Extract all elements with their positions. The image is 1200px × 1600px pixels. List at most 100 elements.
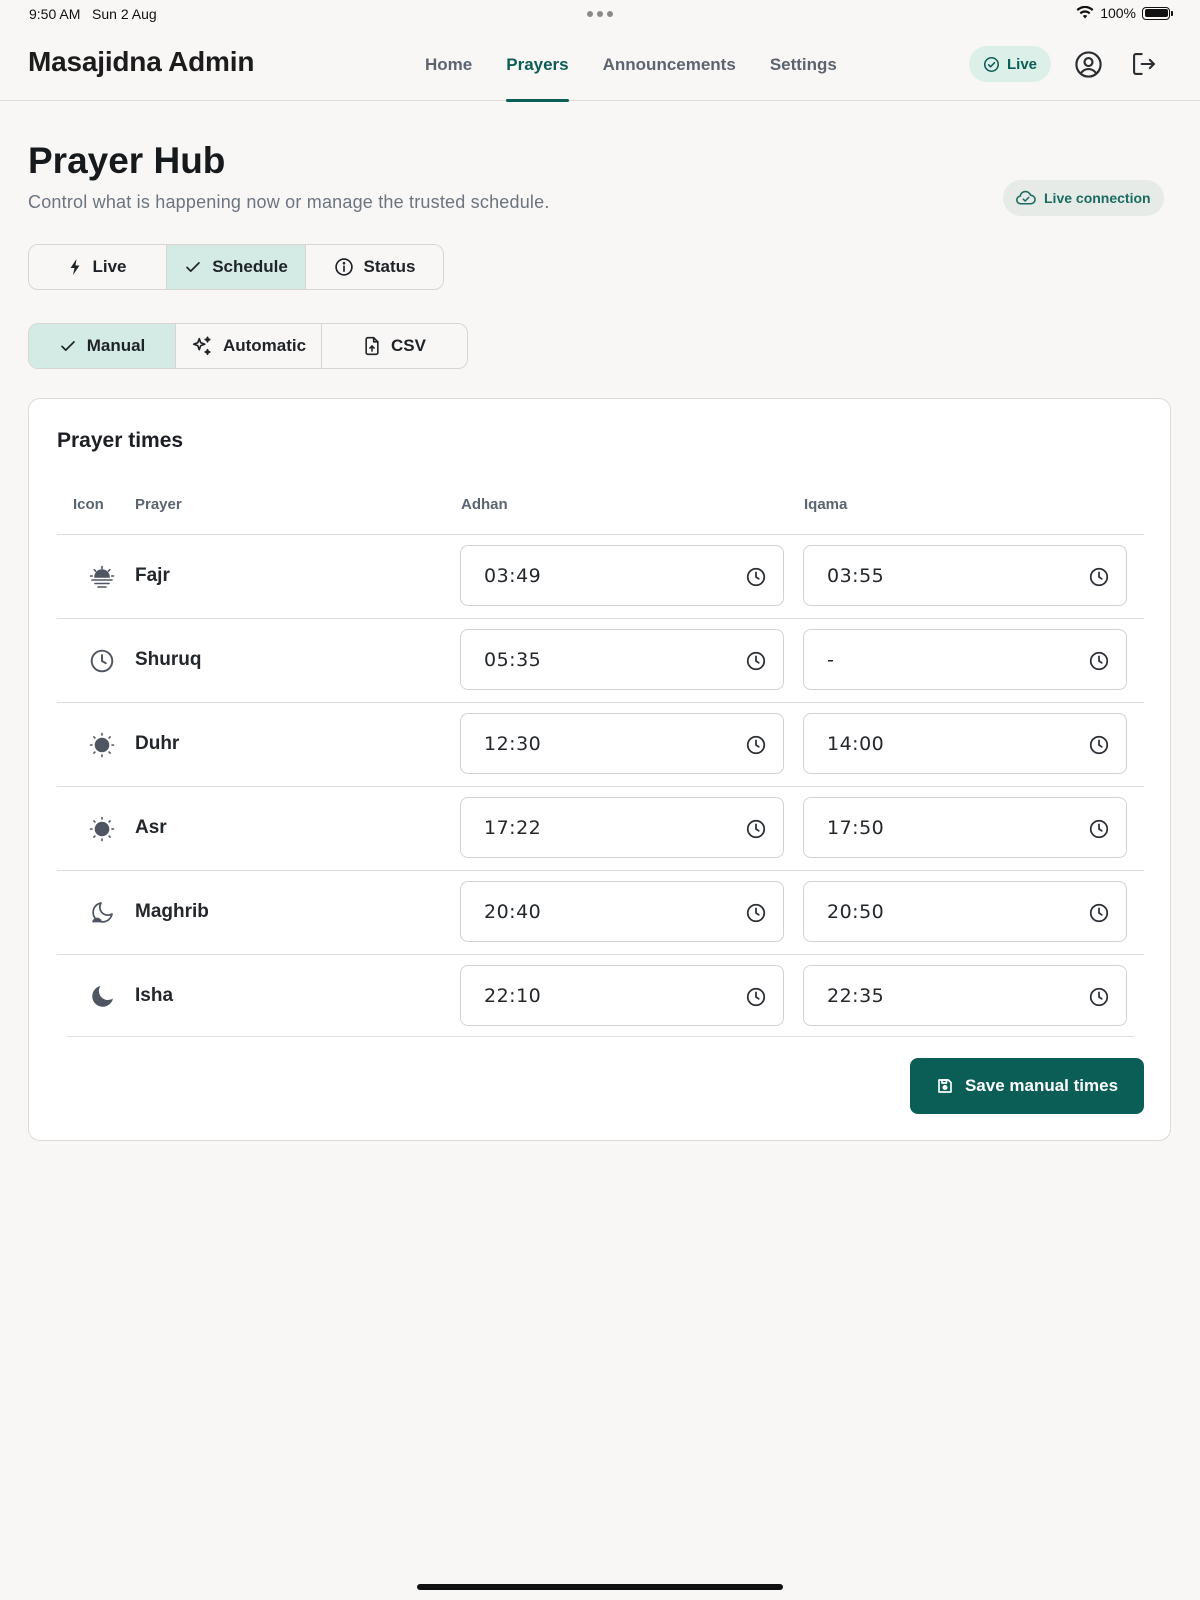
live-status-label: Live: [1007, 55, 1038, 73]
card-title: Prayer times: [57, 429, 184, 452]
clock-icon[interactable]: [1088, 902, 1110, 924]
source-tabs: Manual Automatic CSV: [28, 323, 468, 369]
iqama-time-input[interactable]: 22:35: [803, 965, 1127, 1026]
tab-live-label: Live: [92, 257, 127, 276]
iqama-time-input[interactable]: 17:50: [803, 797, 1127, 858]
tab-status[interactable]: Status: [305, 245, 443, 289]
iqama-time-value: 14:00: [827, 733, 885, 755]
prayer-name: Isha: [135, 985, 174, 1006]
connection-status-label: Live connection: [1044, 190, 1151, 206]
status-bar: 9:50 AM Sun 2 Aug 100%: [0, 0, 1200, 28]
adhan-time-input[interactable]: 17:22: [460, 797, 784, 858]
adhan-time-input[interactable]: 03:49: [460, 545, 784, 606]
save-icon: [938, 1079, 952, 1093]
clock-icon[interactable]: [1088, 986, 1110, 1008]
table-row: Maghrib 20:40 20:50: [57, 870, 1144, 954]
adhan-time-value: 20:40: [484, 901, 542, 923]
battery-icon: [1142, 6, 1173, 20]
clock-icon[interactable]: [745, 566, 767, 588]
sparkles-icon: [192, 336, 211, 356]
clock-icon[interactable]: [1088, 734, 1110, 756]
tab-live[interactable]: Live: [29, 245, 166, 289]
iqama-time-input[interactable]: 20:50: [803, 881, 1127, 942]
top-nav: Masajidna Admin Home Prayers Announcemen…: [0, 28, 1200, 102]
account-button[interactable]: [1072, 48, 1104, 80]
mode-tabs: Live Schedule Status: [28, 244, 444, 290]
table-row: Fajr 03:49 03:55: [57, 534, 1144, 618]
save-manual-times-button[interactable]: Save manual times: [910, 1058, 1144, 1114]
status-time: 9:50 AM Sun 2 Aug: [29, 6, 157, 22]
tab-schedule[interactable]: Schedule: [166, 245, 305, 289]
adhan-time-input[interactable]: 22:10: [460, 965, 784, 1026]
tab-manual-label: Manual: [86, 336, 146, 355]
table-row: Asr 17:22 17:50: [57, 786, 1144, 870]
column-header-icon: Icon: [73, 496, 104, 513]
clock-icon[interactable]: [745, 734, 767, 756]
nav-link-settings[interactable]: Settings: [753, 28, 854, 101]
logout-icon: [1133, 53, 1155, 75]
adhan-time-value: 05:35: [484, 649, 542, 671]
clock-icon[interactable]: [745, 818, 767, 840]
clock-icon[interactable]: [1088, 650, 1110, 672]
multitask-dots-icon[interactable]: [587, 11, 613, 17]
page-subtitle: Control what is happening now or manage …: [28, 192, 550, 212]
adhan-time-value: 22:10: [484, 985, 542, 1007]
iqama-time-value: 20:50: [827, 901, 885, 923]
clock-icon[interactable]: [745, 650, 767, 672]
nav-links: Home Prayers Announcements Settings: [408, 28, 854, 102]
iqama-time-value: 03:55: [827, 565, 885, 587]
check-circle-icon: [983, 56, 1000, 72]
home-indicator[interactable]: [417, 1584, 783, 1590]
check-icon: [60, 341, 75, 351]
moon-outline-icon: [87, 898, 117, 928]
live-status-badge[interactable]: Live: [969, 46, 1052, 82]
prayer-name: Maghrib: [135, 901, 209, 922]
iqama-time-input[interactable]: -: [803, 629, 1127, 690]
table-row: Isha 22:10 22:35: [57, 954, 1144, 1038]
prayer-name: Duhr: [135, 733, 180, 754]
brand-title: Masajidna Admin: [28, 46, 255, 77]
prayer-name: Fajr: [135, 565, 170, 586]
tab-automatic[interactable]: Automatic: [175, 324, 321, 368]
nav-link-announcements[interactable]: Announcements: [586, 28, 753, 101]
bolt-icon: [70, 259, 80, 275]
file-upload-icon: [365, 336, 379, 356]
info-icon: [334, 258, 353, 276]
adhan-time-input[interactable]: 20:40: [460, 881, 784, 942]
column-header-adhan: Adhan: [461, 496, 508, 513]
sunrise-icon: [87, 562, 117, 592]
column-header-iqama: Iqama: [804, 496, 848, 513]
adhan-time-value: 03:49: [484, 565, 542, 587]
battery-percent: 100%: [1100, 5, 1136, 21]
logout-button[interactable]: [1128, 48, 1160, 80]
cloud-check-icon: [1016, 190, 1036, 205]
adhan-time-input[interactable]: 12:30: [460, 713, 784, 774]
prayer-times-card: Prayer times Icon Prayer Adhan Iqama Faj…: [28, 398, 1171, 1141]
clock-icon: [87, 646, 117, 676]
iqama-time-input[interactable]: 14:00: [803, 713, 1127, 774]
adhan-time-input[interactable]: 05:35: [460, 629, 784, 690]
status-indicators: 100%: [1076, 5, 1173, 21]
connection-status-badge: Live connection: [1003, 180, 1164, 216]
page-title: Prayer Hub: [28, 140, 226, 181]
nav-link-prayers[interactable]: Prayers: [489, 28, 585, 102]
tab-schedule-label: Schedule: [212, 257, 288, 276]
user-circle-icon: [1074, 50, 1102, 78]
table-divider: [67, 1036, 1134, 1037]
nav-link-home[interactable]: Home: [408, 28, 489, 101]
clock-icon[interactable]: [745, 986, 767, 1008]
prayer-name: Asr: [135, 817, 167, 838]
tab-manual[interactable]: Manual: [29, 324, 175, 368]
clock-icon[interactable]: [1088, 818, 1110, 840]
iqama-time-value: 22:35: [827, 985, 885, 1007]
tab-automatic-label: Automatic: [222, 336, 307, 355]
iqama-time-input[interactable]: 03:55: [803, 545, 1127, 606]
clock-icon[interactable]: [745, 902, 767, 924]
wifi-icon: [1076, 6, 1094, 19]
iqama-time-value: -: [827, 649, 835, 671]
column-header-prayer: Prayer: [135, 496, 182, 513]
adhan-time-value: 12:30: [484, 733, 542, 755]
sun-icon: [87, 814, 117, 844]
tab-csv[interactable]: CSV: [321, 324, 467, 368]
clock-icon[interactable]: [1088, 566, 1110, 588]
